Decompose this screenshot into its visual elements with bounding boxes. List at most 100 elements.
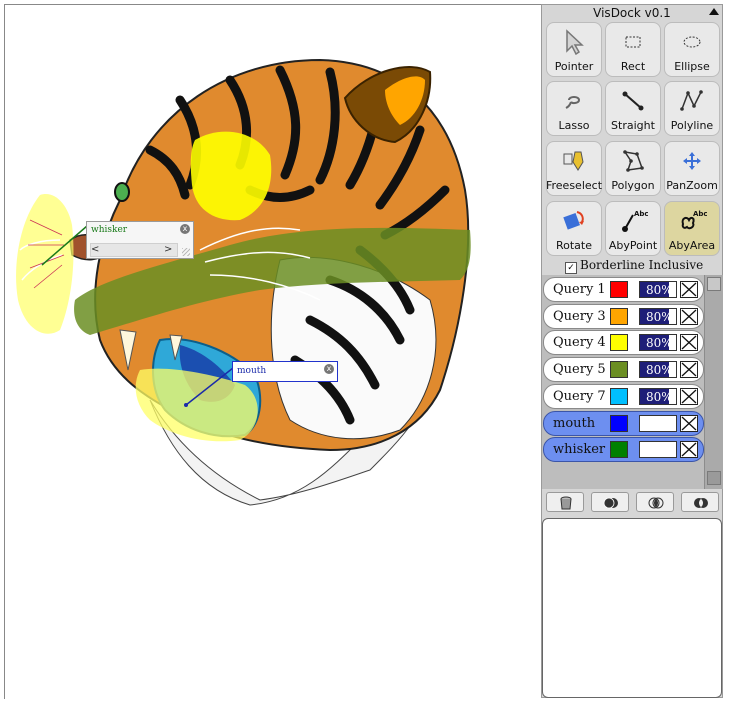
query-item[interactable]: Query 3 80%	[543, 303, 704, 329]
annotation-title: mouth	[237, 366, 267, 376]
trash-button[interactable]	[546, 492, 584, 512]
tool-panzoom[interactable]: PanZoom	[664, 141, 720, 196]
query-item[interactable]: whisker	[543, 437, 704, 463]
close-icon	[681, 362, 697, 377]
tiger-illustration[interactable]	[0, 0, 541, 703]
query-opacity-slider[interactable]: 80%	[639, 387, 677, 405]
query-remove-button[interactable]	[680, 281, 698, 298]
panzoom-icon	[683, 152, 701, 170]
pointer-icon	[566, 29, 584, 55]
annotate-by-point-icon: Abc	[622, 210, 648, 232]
borderline-inclusive-toggle[interactable]: ✓ Borderline Inclusive	[565, 258, 703, 274]
query-remove-button[interactable]	[680, 441, 698, 459]
query-item[interactable]: Query 5 80%	[543, 357, 704, 383]
rotate-icon	[563, 211, 584, 230]
intersection-icon	[648, 497, 664, 509]
query-color-swatch[interactable]	[610, 334, 628, 352]
query-color-swatch[interactable]	[610, 387, 628, 405]
tool-rotate[interactable]: Rotate	[546, 201, 602, 256]
tool-polygon[interactable]: Polygon	[605, 141, 661, 196]
query-opacity-slider[interactable]: 80%	[639, 334, 677, 352]
tool-polyline[interactable]: Polyline	[664, 81, 720, 136]
tiger-eye	[114, 182, 130, 202]
mouth-annotation[interactable]: mouth x	[232, 361, 338, 382]
tool-freeselect[interactable]: Freeselect	[546, 141, 602, 196]
visdock-panel: VisDock v0.1 Pointer Rect Ellipse Lasso …	[541, 4, 723, 698]
query-remove-button[interactable]	[680, 361, 698, 379]
close-icon	[681, 442, 697, 457]
straight-line-icon	[622, 91, 644, 111]
tool-label: PanZoom	[666, 179, 718, 192]
query-name: Query 1	[553, 282, 606, 297]
query-remove-button[interactable]	[680, 414, 698, 432]
close-icon[interactable]: x	[180, 224, 190, 234]
dock-title: VisDock v0.1	[593, 6, 671, 20]
checkbox[interactable]: ✓	[565, 262, 577, 274]
query-color-swatch[interactable]	[610, 414, 628, 432]
query-list-scrollbar[interactable]	[704, 275, 723, 489]
query-item[interactable]: Query 7 80%	[543, 383, 704, 409]
query-color-swatch[interactable]	[610, 281, 628, 298]
query-opacity-slider[interactable]: 80%	[639, 307, 677, 325]
query-result-panel[interactable]	[542, 518, 722, 698]
tool-abypoint[interactable]: Abc AbyPoint	[605, 201, 661, 256]
query-remove-button[interactable]	[680, 334, 698, 352]
query-color-swatch[interactable]	[610, 307, 628, 325]
xor-icon	[694, 498, 708, 508]
xor-button[interactable]	[681, 492, 719, 512]
tool-ellipse[interactable]: Ellipse	[664, 22, 720, 77]
query-color-swatch[interactable]	[610, 361, 628, 379]
query-opacity-slider[interactable]	[639, 441, 677, 459]
query-remove-button[interactable]	[680, 387, 698, 405]
opacity-value: 80%	[646, 363, 673, 378]
close-icon	[681, 389, 697, 404]
query-4-highlight	[16, 194, 74, 334]
polyline-icon	[680, 90, 703, 111]
opacity-value: 80%	[646, 283, 673, 297]
tool-pointer[interactable]: Pointer	[546, 22, 602, 77]
query-name: whisker	[553, 442, 606, 458]
scrollbar-end[interactable]	[707, 471, 721, 485]
tool-rect[interactable]: Rect	[605, 22, 661, 77]
query-color-swatch[interactable]	[610, 441, 628, 459]
query-remove-button[interactable]	[680, 307, 698, 325]
union-button[interactable]	[591, 492, 629, 512]
trash-icon	[560, 496, 572, 510]
chevron-left-icon[interactable]: <	[91, 244, 99, 255]
query-opacity-slider[interactable]: 80%	[639, 281, 677, 298]
tool-abyarea[interactable]: Abc AbyArea	[664, 201, 720, 256]
query-name: Query 4	[553, 335, 606, 351]
visualization-canvas[interactable]: whisker x < > mouth x	[0, 0, 541, 703]
query-item[interactable]: Query 4 80%	[543, 330, 704, 356]
query-opacity-slider[interactable]: 80%	[639, 361, 677, 379]
query-list: Query 1 80% Query 3 80% Query 4 80% Query 5 80%…	[542, 275, 723, 489]
query-name: Query 3	[553, 308, 606, 324]
opacity-value: 80%	[646, 309, 673, 324]
query-item[interactable]: Query 1 80%	[543, 277, 704, 302]
borderline-label: Borderline Inclusive	[580, 258, 704, 272]
resize-grip-icon[interactable]	[182, 248, 190, 256]
tool-label: AbyArea	[668, 239, 716, 252]
polygon-icon	[623, 150, 644, 172]
tool-straight[interactable]: Straight	[605, 81, 661, 136]
whisker-annotation[interactable]: whisker x < >	[86, 221, 194, 259]
close-icon	[681, 309, 697, 324]
chevron-right-icon[interactable]: >	[164, 244, 172, 255]
tool-label: Freeselect	[545, 179, 603, 192]
tool-label: Rotate	[555, 239, 592, 252]
close-icon	[681, 335, 697, 350]
tool-label: Rect	[620, 60, 646, 73]
tool-lasso[interactable]: Lasso	[546, 81, 602, 136]
annotate-by-area-icon: Abc	[681, 210, 707, 230]
query-opacity-slider[interactable]	[639, 414, 677, 432]
rect-select-icon	[625, 36, 641, 48]
collapse-arrow-icon[interactable]	[709, 8, 719, 15]
intersection-button[interactable]	[636, 492, 674, 512]
query-name: Query 5	[553, 362, 606, 378]
scrollbar-thumb[interactable]	[707, 277, 721, 291]
query-item[interactable]: mouth	[543, 410, 704, 436]
svg-text:Abc: Abc	[693, 210, 707, 218]
ellipse-select-icon	[683, 36, 701, 48]
opacity-value: 80%	[646, 389, 673, 404]
close-icon[interactable]: x	[324, 364, 334, 374]
